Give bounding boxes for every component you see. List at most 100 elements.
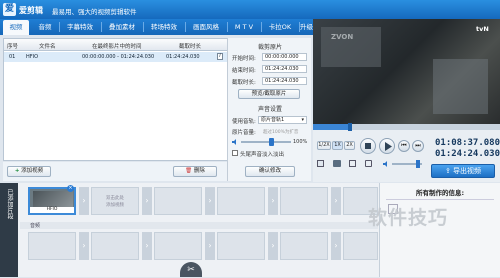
tab-mtv[interactable]: M T V xyxy=(229,20,259,35)
playback-progress-fill xyxy=(313,124,351,130)
playback-progress[interactable] xyxy=(313,123,500,131)
audio-track-label: 使用音轨: xyxy=(232,119,256,125)
player-volume-slider[interactable] xyxy=(392,160,422,168)
start-time-field[interactable]: 00:00:00.000 xyxy=(262,53,307,61)
confirm-changes-button[interactable]: 确认修改 xyxy=(245,166,295,177)
scissors-button[interactable]: ✂ xyxy=(180,262,202,277)
table-row[interactable]: 01 HFIO 00:00:00.000 - 01:24:24.030 01:2… xyxy=(4,52,232,62)
clip-list: 序号 文件名 在最终影片中的时间 截取时长 01 HFIO 00:00:00.0… xyxy=(3,38,233,161)
speed-half-button[interactable]: 1/2X xyxy=(317,141,331,150)
add-clip-hint: 双击此处 xyxy=(106,196,124,201)
col-duration[interactable]: 截取时长 xyxy=(179,42,201,50)
volume-hint: 超过100%为扩音 xyxy=(263,130,299,135)
clip-section-title: 裁剪原片 xyxy=(257,44,282,51)
add-clip-hint-line2: 添加视频 xyxy=(106,203,124,208)
settings-icon[interactable] xyxy=(365,160,372,167)
empty-clip-slot[interactable] xyxy=(280,187,328,215)
step-forward-icon: ⏭ xyxy=(415,142,421,149)
player-controls: 1/2X 1X 2X ⏮ ⏭ 01:08:37.080 01:24:24.030… xyxy=(313,123,500,182)
end-time-field[interactable]: 01:24:24.030 xyxy=(262,65,307,73)
screenshot-icon[interactable] xyxy=(317,160,324,167)
volume-slider-thumb[interactable] xyxy=(269,138,274,146)
speaker-icon[interactable] xyxy=(232,139,238,145)
row-duration: 01:24:24.030 xyxy=(166,54,200,60)
add-clip-slot[interactable]: 双击此处 添加视频 xyxy=(91,187,139,215)
row-info-icon[interactable]: i xyxy=(217,53,223,60)
duration-field[interactable]: 01:24:24.030 xyxy=(262,77,307,85)
empty-clip-slot[interactable] xyxy=(217,187,265,215)
empty-clip-slot[interactable] xyxy=(154,187,202,215)
project-info-title: 所有制作的信息: xyxy=(415,189,465,197)
channel-logo: tvN xyxy=(476,25,489,33)
chevron-right-icon: › xyxy=(205,232,215,260)
playback-progress-thumb[interactable] xyxy=(348,123,353,131)
prev-frame-button[interactable]: ⏮ xyxy=(398,140,410,152)
chevron-right-icon: › xyxy=(268,232,278,260)
divider xyxy=(386,199,494,200)
timeline-side-tab[interactable]: 已添加片段 xyxy=(0,183,18,277)
audio-track: › › › › › xyxy=(20,231,378,265)
fade-checkbox[interactable] xyxy=(232,150,238,156)
step-back-icon: ⏮ xyxy=(401,142,407,149)
tab-transitions[interactable]: 转场特效 xyxy=(145,20,183,35)
tab-picture-style[interactable]: 画面风格 xyxy=(187,20,225,35)
audio-track-label: 音频 xyxy=(30,223,41,229)
start-time-label: 开始时间: xyxy=(232,56,256,62)
empty-audio-slot[interactable] xyxy=(217,232,265,260)
row-index: 01 xyxy=(9,54,16,60)
preview-clip-button[interactable]: 预览/截取原片 xyxy=(238,89,300,99)
watermark: 软件技巧 xyxy=(368,207,449,229)
empty-audio-slot[interactable] xyxy=(343,232,378,260)
clip-list-header: 序号 文件名 在最终影片中的时间 截取时长 xyxy=(4,39,232,51)
clip-thumbnail-label: HFIO xyxy=(30,207,74,213)
app-tagline: 最易用、强大的视频剪辑软件 xyxy=(52,8,137,16)
chevron-down-icon: ▾ xyxy=(301,117,304,123)
export-icon: ⇪ xyxy=(444,167,451,175)
scene-shape xyxy=(433,59,488,114)
tab-overlay[interactable]: 叠加素材 xyxy=(103,20,141,35)
audio-track-select[interactable]: 原片音轨1 ▾ xyxy=(258,116,307,124)
next-frame-button[interactable]: ⏭ xyxy=(412,140,424,152)
speed-2x-button[interactable]: 2X xyxy=(344,141,355,150)
volume-slider[interactable] xyxy=(241,138,291,146)
save-icon[interactable] xyxy=(349,160,356,167)
app-name: 爱剪辑 xyxy=(19,6,43,15)
tab-video[interactable]: 视频 xyxy=(3,20,29,35)
close-icon[interactable]: × xyxy=(67,185,74,192)
folder-icon[interactable] xyxy=(333,160,341,167)
empty-audio-slot[interactable] xyxy=(280,232,328,260)
current-time: 01:08:37.080 xyxy=(435,138,500,148)
tab-audio[interactable]: 音频 xyxy=(33,20,57,35)
clip-track: HFIO × › 双击此处 添加视频 › › › › xyxy=(20,185,378,220)
play-icon xyxy=(385,142,392,151)
col-filename[interactable]: 文件名 xyxy=(39,42,56,50)
col-time[interactable]: 在最终影片中的时间 xyxy=(92,42,142,50)
total-time: 01:24:24.030 xyxy=(435,149,500,159)
empty-audio-slot[interactable] xyxy=(28,232,76,260)
speaker-icon[interactable] xyxy=(383,161,389,167)
plus-icon: + xyxy=(14,168,20,174)
video-preview[interactable]: ZVON tvN xyxy=(313,19,500,124)
tab-karaoke[interactable]: 卡拉OK xyxy=(263,20,297,35)
clip-thumbnail[interactable]: HFIO × xyxy=(28,185,76,215)
tab-upgrade[interactable]: 升级与服务 xyxy=(300,20,313,35)
export-video-button[interactable]: ⇪ 导出视频 xyxy=(431,164,495,178)
add-video-button[interactable]: + 添加视频 xyxy=(7,166,51,177)
chevron-right-icon: › xyxy=(268,187,278,215)
player-volume-thumb[interactable] xyxy=(416,160,420,168)
chevron-right-icon: › xyxy=(142,232,152,260)
row-time: 00:00:00.000 - 01:24:24.030 xyxy=(82,54,155,60)
stop-button[interactable] xyxy=(360,138,376,154)
delete-button[interactable]: 🗑 删除 xyxy=(173,166,217,177)
clip-thumbnail-image xyxy=(33,191,73,207)
chevron-right-icon: › xyxy=(205,187,215,215)
empty-audio-slot[interactable] xyxy=(154,232,202,260)
col-index[interactable]: 序号 xyxy=(7,42,18,50)
play-button[interactable] xyxy=(379,138,395,154)
volume-value: 100% xyxy=(293,139,308,145)
tab-subtitle-effects[interactable]: 字幕特效 xyxy=(61,20,99,35)
timeline-side-label: 已添加片段 xyxy=(6,189,13,219)
volume-label: 原片音量: xyxy=(232,130,256,136)
empty-audio-slot[interactable] xyxy=(91,232,139,260)
speed-1x-button[interactable]: 1X xyxy=(332,141,343,150)
